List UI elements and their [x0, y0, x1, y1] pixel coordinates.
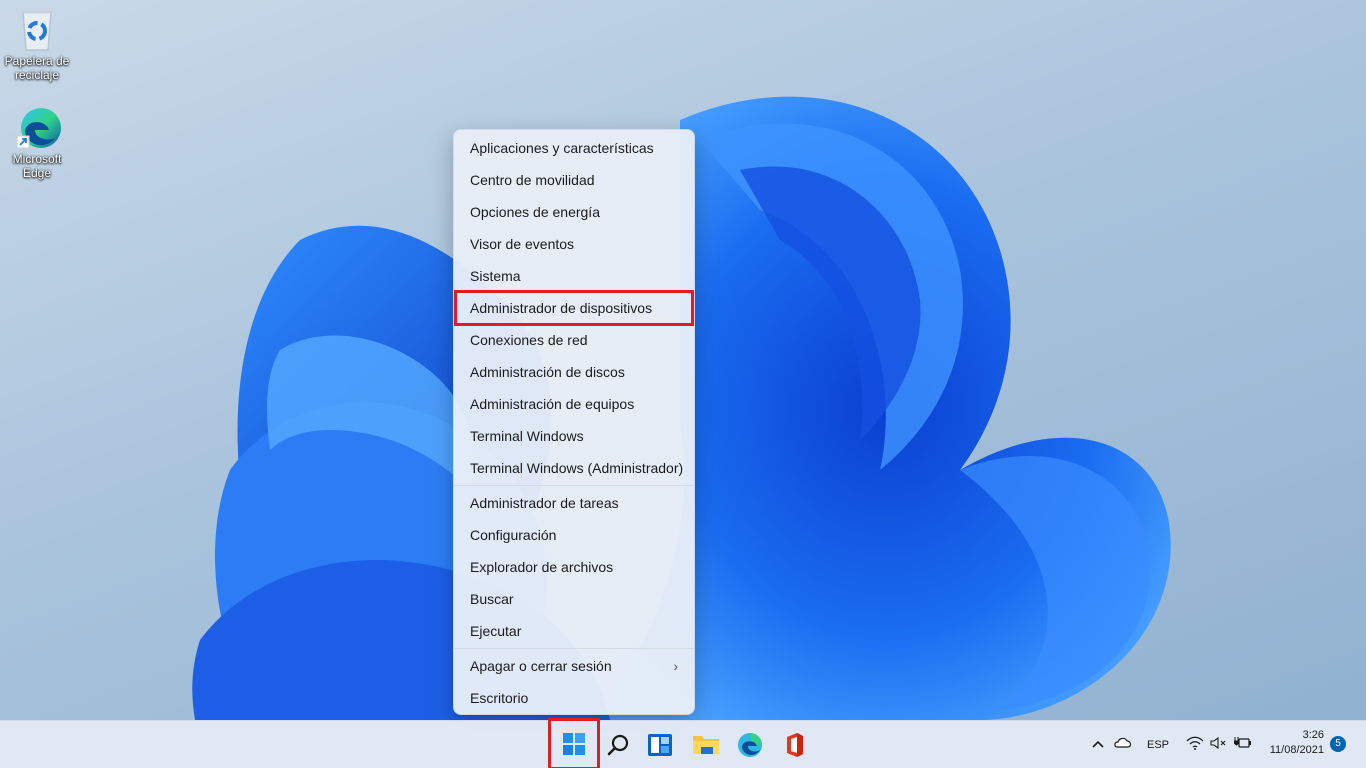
menu-item-label: Buscar: [470, 591, 514, 607]
menu-item-label: Terminal Windows (Administrador): [470, 460, 684, 476]
menu-item-label: Conexiones de red: [470, 332, 588, 348]
menu-item-system[interactable]: Sistema: [456, 260, 692, 292]
menu-item-windows-terminal[interactable]: Terminal Windows: [456, 420, 692, 452]
clock-date: 11/08/2021: [1269, 744, 1324, 756]
menu-item-windows-terminal-admin[interactable]: Terminal Windows (Administrador): [456, 452, 692, 484]
battery-button[interactable]: [1233, 736, 1252, 753]
menu-item-label: Administrador de tareas: [470, 495, 619, 511]
menu-item-task-manager[interactable]: Administrador de tareas: [456, 487, 692, 519]
menu-item-label: Centro de movilidad: [470, 172, 595, 188]
desktop-icon-edge[interactable]: Microsoft Edge: [1, 104, 73, 180]
menu-item-label: Administrador de dispositivos: [470, 300, 653, 316]
menu-item-label: Ejecutar: [470, 623, 522, 639]
menu-item-label: Aplicaciones y características: [470, 140, 654, 156]
office-button[interactable]: [774, 725, 814, 765]
menu-item-label: Explorador de archivos: [470, 559, 614, 575]
menu-item-label: Opciones de energía: [470, 204, 600, 220]
menu-item-disk-management[interactable]: Administración de discos: [456, 356, 692, 388]
file-explorer-button[interactable]: [686, 725, 726, 765]
folder-icon: [693, 736, 719, 754]
input-language-button[interactable]: ESP: [1147, 739, 1169, 751]
menu-separator: [454, 648, 694, 649]
desktop-icon-label: Microsoft Edge: [12, 152, 62, 180]
menu-item-label: Administración de equipos: [470, 396, 635, 412]
windows-start-icon: [563, 733, 585, 755]
chevron-right-icon: ›: [673, 658, 678, 674]
menu-item-event-viewer[interactable]: Visor de eventos: [456, 228, 692, 260]
clock-time: 3:26: [1302, 729, 1324, 741]
recycle-bin-icon: [15, 6, 59, 51]
menu-item-label: Visor de eventos: [470, 236, 575, 252]
menu-item-file-explorer[interactable]: Explorador de archivos: [456, 551, 692, 583]
menu-item-mobility-center[interactable]: Centro de movilidad: [456, 164, 692, 196]
desktop-icon-recycle-bin[interactable]: Papelera de reciclaje: [1, 6, 73, 82]
menu-separator: [454, 485, 694, 486]
menu-item-power-options[interactable]: Opciones de energía: [456, 196, 692, 228]
taskbar: ESP 3:26 11/08/2021: [0, 718, 1366, 768]
search-icon: [607, 734, 629, 756]
edge-taskbar-button[interactable]: [730, 725, 770, 765]
clock-button[interactable]: 3:26 11/08/2021: [1262, 728, 1324, 758]
menu-item-computer-management[interactable]: Administración de equipos: [456, 388, 692, 420]
menu-item-label: Sistema: [470, 268, 521, 284]
menu-item-settings[interactable]: Configuración: [456, 519, 692, 551]
battery-charging-icon: [1233, 737, 1251, 748]
quick-link-menu: Aplicaciones y características Centro de…: [453, 129, 695, 715]
menu-item-device-manager[interactable]: Administrador de dispositivos: [454, 290, 694, 326]
menu-item-desktop[interactable]: Escritorio: [456, 682, 692, 714]
menu-item-label: Terminal Windows: [470, 428, 584, 444]
volume-muted-icon: [1210, 736, 1226, 750]
menu-item-run[interactable]: Ejecutar: [456, 615, 692, 647]
onedrive-button[interactable]: [1114, 736, 1132, 751]
start-button[interactable]: [548, 718, 600, 768]
notification-badge[interactable]: 5: [1330, 736, 1346, 752]
menu-item-shutdown-signout[interactable]: Apagar o cerrar sesión ›: [456, 650, 692, 682]
menu-item-network-connections[interactable]: Conexiones de red: [456, 324, 692, 356]
menu-item-label: Administración de discos: [470, 364, 625, 380]
chevron-up-icon: [1092, 740, 1104, 748]
cloud-icon: [1114, 737, 1132, 748]
desktop-icon-label: Papelera de reciclaje: [4, 54, 70, 82]
show-hidden-icons-button[interactable]: [1092, 735, 1104, 753]
widgets-button[interactable]: [640, 725, 680, 765]
wifi-icon: [1186, 736, 1204, 750]
edge-icon: [15, 104, 61, 149]
menu-item-label: Apagar o cerrar sesión: [470, 658, 612, 674]
edge-icon: [738, 733, 762, 757]
search-button[interactable]: [598, 725, 638, 765]
widgets-icon: [648, 734, 672, 756]
menu-item-apps-features[interactable]: Aplicaciones y características: [456, 132, 692, 164]
menu-item-label: Configuración: [470, 527, 557, 543]
menu-item-label: Escritorio: [470, 690, 529, 706]
office-icon: [787, 733, 803, 757]
volume-button[interactable]: [1210, 736, 1228, 752]
menu-item-search[interactable]: Buscar: [456, 583, 692, 615]
network-button[interactable]: [1186, 736, 1204, 753]
